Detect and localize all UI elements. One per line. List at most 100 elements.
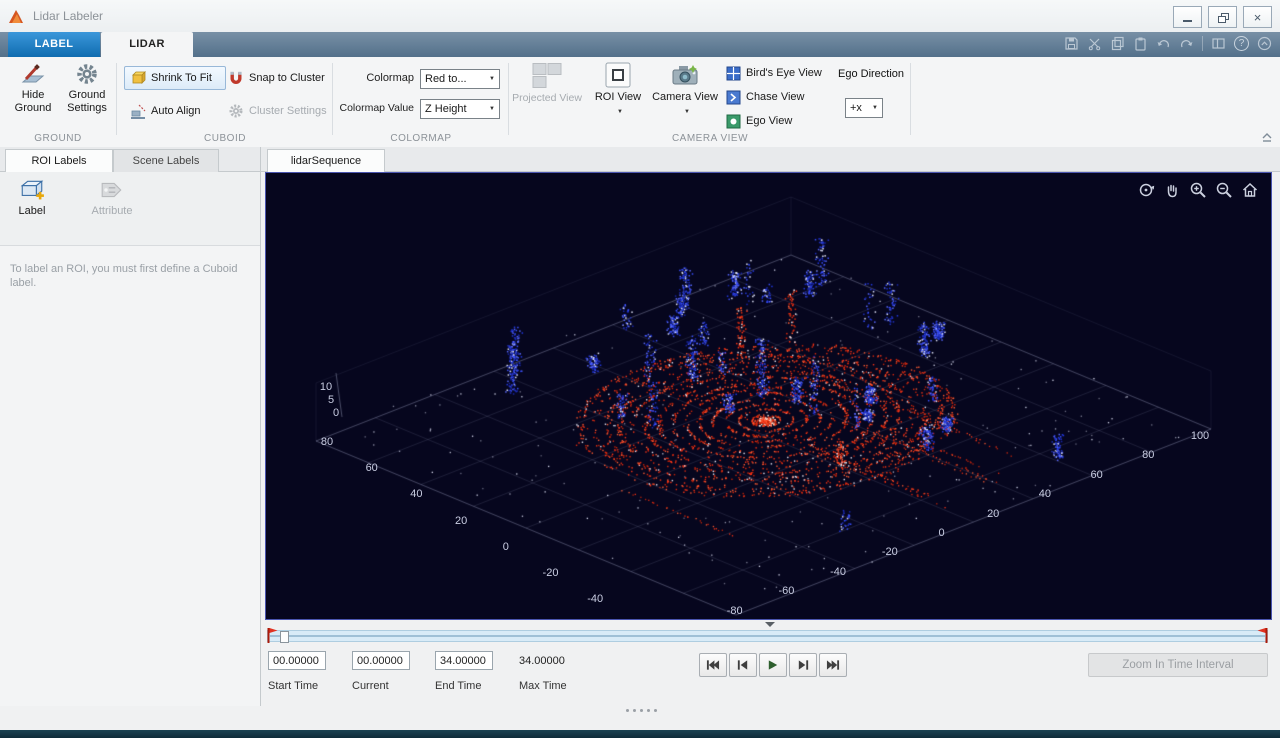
shrink-to-fit-button[interactable]: Shrink To Fit bbox=[124, 66, 226, 90]
tab-lidar-sequence[interactable]: lidarSequence bbox=[267, 149, 385, 172]
tab-lidar[interactable]: LIDAR bbox=[101, 32, 193, 57]
redo-icon[interactable] bbox=[1179, 36, 1194, 51]
timeline-thumb[interactable] bbox=[280, 631, 289, 643]
zoom-out-icon[interactable] bbox=[1215, 181, 1233, 199]
gear-icon bbox=[229, 104, 243, 118]
hide-ground-button[interactable]: Hide Ground bbox=[8, 62, 58, 115]
colormap-value-dropdown[interactable]: Z Height ▼ bbox=[420, 99, 500, 119]
toolbar-separator bbox=[1202, 36, 1203, 51]
undo-icon[interactable] bbox=[1156, 36, 1171, 51]
timeline-panel: 34.00000 Start Time Current End Time Max… bbox=[263, 622, 1276, 706]
section-label-cuboid: CUBOID bbox=[204, 133, 246, 144]
ground-settings-label: Ground Settings bbox=[67, 89, 107, 114]
range-start-flag[interactable] bbox=[267, 627, 278, 644]
matlab-logo-icon bbox=[9, 10, 23, 23]
zoom-in-icon[interactable] bbox=[1189, 181, 1207, 199]
range-end-flag[interactable] bbox=[1257, 627, 1268, 644]
ribbon-tab-row: LABEL LIDAR ? bbox=[0, 32, 1280, 57]
bottom-splitter-strip bbox=[0, 706, 1280, 730]
section-divider bbox=[116, 63, 117, 135]
collapse-timeline-icon[interactable] bbox=[764, 622, 775, 627]
attribute-icon bbox=[101, 182, 122, 198]
snap-to-cluster-label: Snap to Cluster bbox=[249, 72, 325, 84]
save-icon[interactable] bbox=[1064, 36, 1079, 51]
view-toolbar bbox=[1137, 181, 1259, 199]
splitter-handle[interactable] bbox=[626, 709, 657, 712]
attribute-button[interactable]: Attribute bbox=[84, 178, 140, 218]
copy-icon[interactable] bbox=[1110, 36, 1125, 51]
ego-direction-dropdown[interactable]: +x ▼ bbox=[845, 98, 883, 118]
next-frame-button[interactable] bbox=[789, 653, 817, 677]
section-divider bbox=[332, 63, 333, 135]
roi-hint-text: To label an ROI, you must first define a… bbox=[10, 263, 238, 289]
tab-label[interactable]: LABEL bbox=[8, 32, 100, 57]
current-time-input[interactable] bbox=[352, 651, 410, 670]
colormap-selected-value: Red to... bbox=[425, 73, 467, 85]
time-range-slider[interactable] bbox=[267, 627, 1268, 644]
ego-direction-label: Ego Direction bbox=[838, 68, 905, 80]
auto-align-icon bbox=[131, 104, 146, 119]
window-bottom-edge bbox=[0, 730, 1280, 738]
max-time-label: Max Time bbox=[519, 680, 567, 692]
snap-to-cluster-button[interactable]: Snap to Cluster bbox=[222, 66, 336, 90]
label-panel: ROI Labels Scene Labels Label Attribute … bbox=[0, 147, 261, 706]
last-frame-button[interactable] bbox=[819, 653, 847, 677]
auto-align-button[interactable]: Auto Align bbox=[124, 99, 226, 123]
birds-eye-view-item[interactable]: Bird's Eye View bbox=[726, 63, 822, 83]
end-time-input[interactable] bbox=[435, 651, 493, 670]
minimize-icon bbox=[1183, 20, 1192, 22]
camera-view-button[interactable]: Camera View ▼ bbox=[652, 62, 718, 119]
chevron-down-icon: ▼ bbox=[489, 76, 495, 82]
rotate-3d-icon[interactable] bbox=[1137, 181, 1155, 199]
camera-icon bbox=[672, 65, 698, 85]
section-label-camera-view: CAMERA VIEW bbox=[671, 133, 749, 144]
tab-roi-labels[interactable]: ROI Labels bbox=[5, 149, 113, 172]
ego-view-icon bbox=[726, 114, 741, 128]
roi-view-button[interactable]: ROI View ▼ bbox=[590, 62, 646, 119]
colormap-dropdown[interactable]: Red to... ▼ bbox=[420, 69, 500, 89]
collapse-toolstrip-icon[interactable] bbox=[1260, 131, 1274, 143]
colormap-value-selected: Z Height bbox=[425, 103, 467, 115]
chase-view-item[interactable]: Chase View bbox=[726, 87, 805, 107]
restore-button[interactable] bbox=[1208, 6, 1237, 28]
close-button[interactable]: × bbox=[1243, 6, 1272, 28]
ground-settings-button[interactable]: Ground Settings bbox=[60, 62, 114, 115]
chase-view-label: Chase View bbox=[746, 91, 805, 103]
hide-ground-label: Hide Ground bbox=[14, 89, 52, 114]
chevron-down-icon: ▼ bbox=[684, 109, 690, 115]
home-icon[interactable] bbox=[1241, 181, 1259, 199]
cluster-settings-button[interactable]: Cluster Settings bbox=[222, 99, 336, 123]
end-time-label: End Time bbox=[435, 680, 482, 692]
start-time-input[interactable] bbox=[268, 651, 326, 670]
roi-view-icon bbox=[605, 62, 631, 88]
camera-view-label: Camera View bbox=[652, 91, 718, 103]
point-cloud-viewport[interactable]: 10 5 0 80 60 40 20 0 -20 -40 100 80 60 40 20 0 -20 -40 -60… bbox=[265, 172, 1272, 620]
minimize-ribbon-icon[interactable] bbox=[1257, 36, 1272, 51]
point-cloud-canvas[interactable] bbox=[266, 173, 1271, 619]
previous-frame-button[interactable] bbox=[729, 653, 757, 677]
projected-view-label: Projected View bbox=[512, 92, 582, 104]
restore-icon bbox=[1217, 12, 1229, 23]
define-label-button[interactable]: Label bbox=[10, 178, 54, 218]
zoom-in-time-interval-button[interactable]: Zoom In Time Interval bbox=[1088, 653, 1268, 677]
help-icon[interactable]: ? bbox=[1234, 36, 1249, 51]
chase-view-icon bbox=[726, 90, 741, 104]
label-panel-tabbar: ROI Labels Scene Labels bbox=[0, 147, 260, 172]
projected-view-button[interactable]: Projected View bbox=[512, 62, 582, 105]
tab-scene-labels[interactable]: Scene Labels bbox=[113, 149, 219, 172]
cuboid-icon bbox=[132, 71, 146, 84]
lidar-labeler-window: Lidar Labeler × LABEL LIDAR ? Hide Groun… bbox=[0, 0, 1280, 738]
paste-icon[interactable] bbox=[1133, 36, 1148, 51]
playback-controls bbox=[699, 653, 847, 677]
chevron-down-icon: ▼ bbox=[489, 106, 495, 112]
current-time-label: Current bbox=[352, 680, 389, 692]
pan-hand-icon[interactable] bbox=[1163, 181, 1181, 199]
minimize-button[interactable] bbox=[1173, 6, 1202, 28]
ego-view-item[interactable]: Ego View bbox=[726, 111, 792, 131]
first-frame-button[interactable] bbox=[699, 653, 727, 677]
viewer-tabbar: lidarSequence bbox=[261, 147, 1280, 172]
section-divider bbox=[508, 63, 509, 135]
play-button[interactable] bbox=[759, 653, 787, 677]
layout-icon[interactable] bbox=[1211, 36, 1226, 51]
cut-icon[interactable] bbox=[1087, 36, 1102, 51]
